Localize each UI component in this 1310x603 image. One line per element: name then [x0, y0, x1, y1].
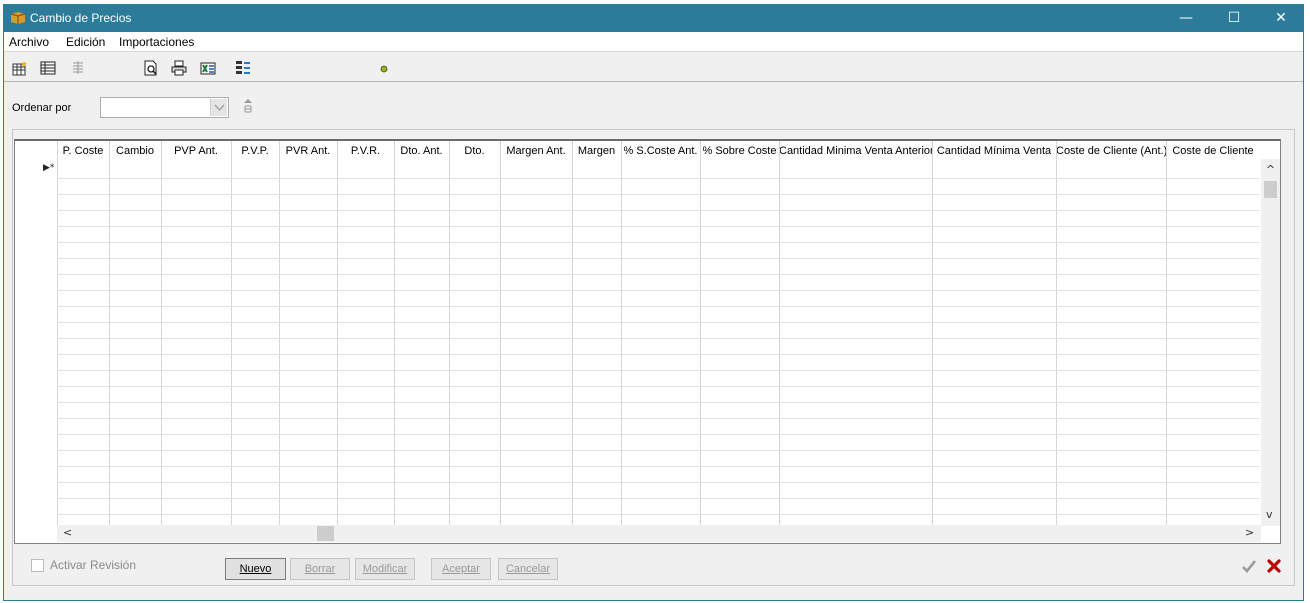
- column-divider: [500, 141, 501, 526]
- column-header[interactable]: P.V.R.: [337, 141, 394, 163]
- activar-revision-checkbox[interactable]: [31, 559, 44, 572]
- vertical-scroll-thumb[interactable]: [1264, 181, 1277, 198]
- row-divider: [57, 450, 1260, 451]
- menu-importaciones[interactable]: Importaciones: [119, 35, 194, 49]
- column-header[interactable]: Cantidad Minima Venta Anterior: [779, 141, 932, 163]
- vertical-scrollbar[interactable]: ^ v: [1261, 159, 1280, 526]
- column-divider: [932, 141, 933, 526]
- row-divider: [57, 386, 1260, 387]
- row-divider: [57, 514, 1260, 515]
- column-divider: [779, 141, 780, 526]
- row-divider: [57, 434, 1260, 435]
- new-row-indicator: ▶*: [43, 163, 55, 173]
- row-divider: [57, 290, 1260, 291]
- grid-view-icon[interactable]: [40, 60, 56, 76]
- row-divider: [57, 466, 1260, 467]
- title-bar[interactable]: Cambio de Precios — ☐ ✕: [4, 5, 1303, 32]
- column-header[interactable]: Coste de Cliente (Ant.): [1056, 141, 1166, 163]
- menu-archivo[interactable]: Archivo: [9, 35, 49, 49]
- column-header[interactable]: Dto. Ant.: [394, 141, 449, 163]
- column-header[interactable]: Margen Ant.: [500, 141, 572, 163]
- row-divider: [57, 322, 1260, 323]
- new-record-icon[interactable]: [12, 60, 28, 76]
- column-divider: [700, 141, 701, 526]
- column-header[interactable]: % Sobre Coste: [700, 141, 779, 163]
- checkmark-icon[interactable]: [1241, 558, 1257, 574]
- menu-bar: Archivo Edición Importaciones: [4, 32, 1303, 52]
- column-header[interactable]: Cambio: [109, 141, 161, 163]
- row-divider: [57, 498, 1260, 499]
- column-header[interactable]: Margen: [572, 141, 621, 163]
- sort-label: Ordenar por: [12, 102, 72, 114]
- column-divider: [1166, 141, 1167, 526]
- sort-order-icon[interactable]: [242, 98, 254, 114]
- column-header[interactable]: PVR Ant.: [279, 141, 337, 163]
- column-header[interactable]: P.V.P.: [231, 141, 279, 163]
- cancel-x-icon[interactable]: [1266, 558, 1282, 574]
- grid-header: P. Coste Cambio PVP Ant. P.V.P. PVR Ant.…: [15, 141, 1260, 163]
- row-divider: [57, 258, 1260, 259]
- status-light-icon: [380, 65, 388, 73]
- scroll-right-button[interactable]: >: [1245, 526, 1254, 539]
- column-divider: [109, 141, 110, 526]
- row-divider: [57, 402, 1260, 403]
- column-header[interactable]: P. Coste: [57, 141, 109, 163]
- horizontal-scrollbar[interactable]: < >: [57, 525, 1261, 542]
- column-divider: [57, 141, 58, 526]
- chevron-down-icon[interactable]: [210, 99, 227, 116]
- row-divider: [57, 242, 1260, 243]
- row-divider: [57, 338, 1260, 339]
- columns-config-icon[interactable]: [235, 60, 251, 76]
- column-header[interactable]: Dto.: [449, 141, 500, 163]
- row-divider: [57, 482, 1260, 483]
- row-divider: [57, 226, 1260, 227]
- export-excel-icon[interactable]: [200, 60, 216, 76]
- main-window: Cambio de Precios — ☐ ✕ Archivo Edición …: [3, 4, 1304, 601]
- row-divider: [57, 210, 1260, 211]
- column-divider: [161, 141, 162, 526]
- scroll-up-button[interactable]: ^: [1266, 163, 1275, 176]
- column-header[interactable]: PVP Ant.: [161, 141, 231, 163]
- app-icon: [10, 12, 26, 24]
- print-icon[interactable]: [171, 60, 187, 76]
- column-header[interactable]: Cantidad Mínima Venta: [932, 141, 1056, 163]
- row-divider: [57, 418, 1260, 419]
- column-header[interactable]: % S.Coste Ant.: [621, 141, 700, 163]
- column-divider: [279, 141, 280, 526]
- activar-revision-label: Activar Revisión: [50, 558, 137, 572]
- form-view-icon[interactable]: [70, 60, 86, 76]
- scroll-down-button[interactable]: v: [1266, 508, 1273, 521]
- print-preview-icon[interactable]: [143, 60, 159, 76]
- cancelar-button[interactable]: Cancelar: [498, 558, 558, 580]
- aceptar-button[interactable]: Aceptar: [431, 558, 491, 580]
- row-divider: [57, 194, 1260, 195]
- row-divider: [57, 370, 1260, 371]
- column-divider: [449, 141, 450, 526]
- maximize-button[interactable]: ☐: [1211, 5, 1257, 32]
- menu-edicion[interactable]: Edición: [66, 35, 105, 49]
- column-header[interactable]: Coste de Cliente: [1166, 141, 1260, 163]
- row-divider: [57, 274, 1260, 275]
- window-title: Cambio de Precios: [30, 11, 132, 25]
- minimize-button[interactable]: —: [1163, 5, 1209, 32]
- row-divider: [57, 354, 1260, 355]
- borrar-button[interactable]: Borrar: [290, 558, 350, 580]
- row-divider: [57, 178, 1260, 179]
- horizontal-scroll-thumb[interactable]: [317, 526, 334, 541]
- modificar-button[interactable]: Modificar: [355, 558, 415, 580]
- column-divider: [394, 141, 395, 526]
- nuevo-button[interactable]: Nuevo: [225, 558, 286, 580]
- column-divider: [572, 141, 573, 526]
- column-divider: [337, 141, 338, 526]
- close-button[interactable]: ✕: [1258, 5, 1304, 32]
- column-divider: [1056, 141, 1057, 526]
- toolbar: [4, 53, 1303, 82]
- sort-by-select[interactable]: [100, 97, 229, 118]
- column-divider: [231, 141, 232, 526]
- row-divider: [57, 306, 1260, 307]
- scroll-left-button[interactable]: <: [63, 526, 72, 539]
- column-divider: [621, 141, 622, 526]
- prices-grid[interactable]: P. Coste Cambio PVP Ant. P.V.P. PVR Ant.…: [14, 139, 1281, 544]
